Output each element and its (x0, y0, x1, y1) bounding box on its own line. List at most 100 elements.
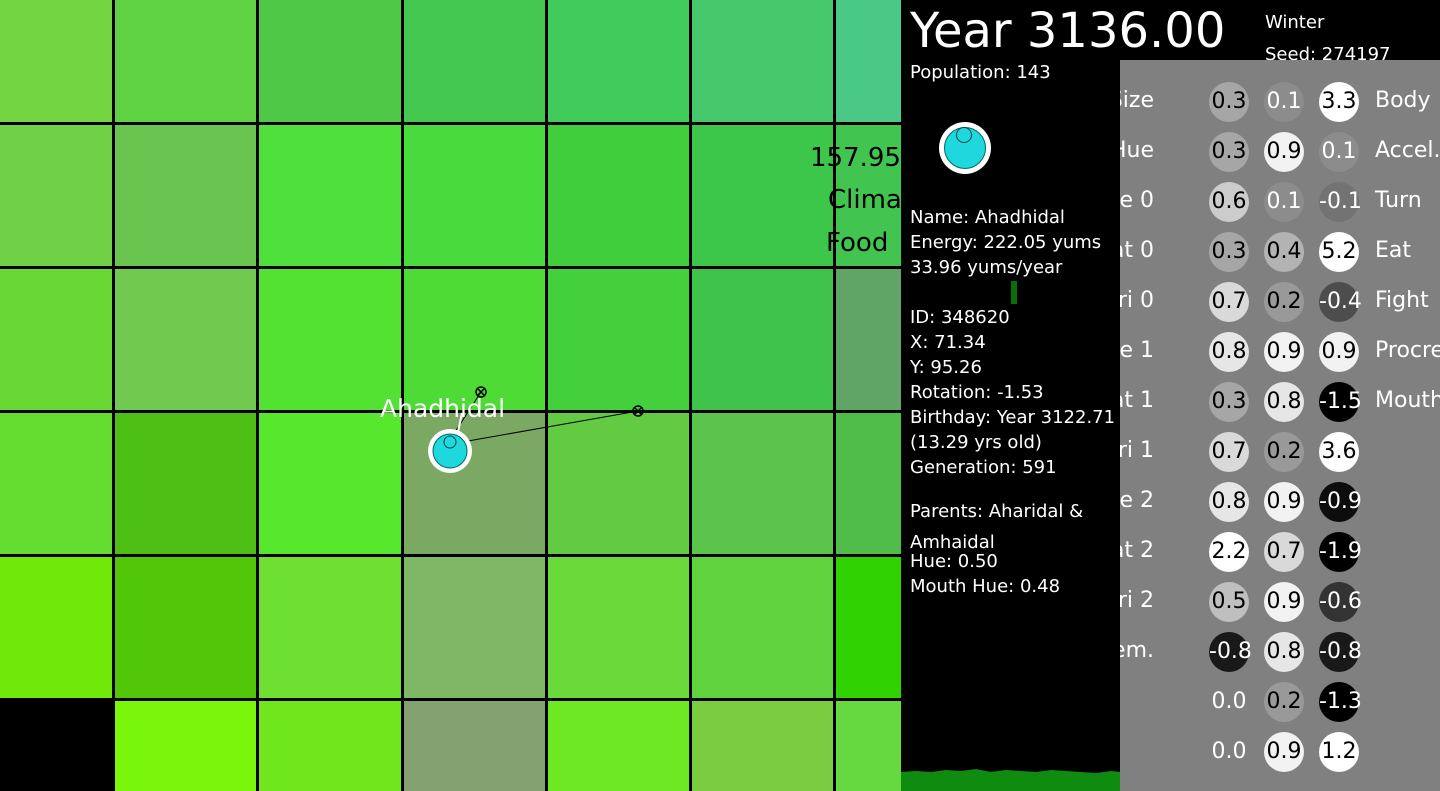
brain-node: 2.2 (1209, 532, 1249, 572)
generation-stat: Generation: 591 (910, 457, 1057, 478)
birthday-stat: Birthday: Year 3122.71 (910, 407, 1116, 428)
brain-node-value: 0.3 (1211, 239, 1247, 264)
brain-node-value: -1.5 (1319, 389, 1362, 414)
brain-output-label: Body (1375, 88, 1431, 113)
creature-portrait (939, 122, 991, 174)
energy-stat: Energy: 222.05 yums (910, 232, 1102, 253)
age-stat: (13.29 yrs old) (910, 432, 1042, 453)
energy-rate-stat: 33.96 yums/year (910, 257, 1063, 278)
brain-node: -0.6 (1319, 582, 1362, 622)
brain-node-value: -0.6 (1319, 589, 1362, 614)
brain-node: 0.0 (1209, 682, 1249, 722)
hue-stat: Hue: 0.50 (910, 551, 998, 572)
brain-input-label: Sat 1 (1120, 388, 1154, 413)
brain-output-label: Fight (1375, 288, 1429, 313)
brain-node: 3.6 (1319, 432, 1359, 472)
brain-input-label: Bri 1 (1120, 438, 1154, 463)
brain-node: 0.1 (1319, 132, 1359, 172)
brain-node: 1.2 (1319, 732, 1359, 772)
brain-node-value: 0.7 (1266, 539, 1302, 564)
portrait-mouth (956, 127, 972, 143)
brain-output-label: Eat (1375, 238, 1412, 263)
brain-panel: Size Body 0.3 0.1 3.3 M Hue Accel. 0.3 0.9 0.1 Hue… (1120, 60, 1440, 791)
brain-node: 5.2 (1319, 232, 1359, 272)
brain-node-value: -0.8 (1209, 639, 1252, 664)
brain-node: 0.5 (1209, 582, 1249, 622)
brain-output-label: Accel. (1375, 138, 1440, 163)
brain-node-value: 0.7 (1211, 439, 1247, 464)
brain-node: -0.8 (1209, 632, 1252, 672)
brain-node: 0.2 (1264, 682, 1304, 722)
x-stat: X: 71.34 (910, 332, 986, 353)
brain-node-value: -0.8 (1319, 639, 1362, 664)
world-view[interactable]: 157.95 Clima Food Ahadhidal (0, 0, 901, 791)
brain-node-value: 0.2 (1266, 439, 1302, 464)
brain-node-value: 0.6 (1211, 189, 1247, 214)
y-stat: Y: 95.26 (910, 357, 982, 378)
brain-node-value: 0.2 (1266, 289, 1302, 314)
brain-input-label: Hue 0 (1120, 188, 1154, 213)
mouth-hue-stat: Mouth Hue: 0.48 (910, 576, 1061, 597)
brain-node-value: 3.6 (1321, 439, 1357, 464)
brain-node-value: 0.7 (1211, 289, 1247, 314)
brain-node: 3.3 (1319, 82, 1359, 122)
brain-node: -0.9 (1319, 482, 1362, 522)
brain-node: 0.1 (1264, 82, 1304, 122)
brain-input-label: Mem. (1120, 638, 1154, 663)
brain-node-value: 0.1 (1266, 189, 1302, 214)
brain-node: 0.9 (1264, 332, 1304, 372)
population-graph-area (901, 769, 1120, 791)
brain-node: 0.7 (1209, 432, 1249, 472)
brain-node: -0.8 (1319, 632, 1362, 672)
brain-node-value: 0.0 (1211, 739, 1247, 764)
brain-node-value: -0.9 (1319, 489, 1362, 514)
season-label: Winter (1265, 12, 1325, 33)
brain-input-label: Size (1120, 88, 1154, 113)
brain-node-value: 0.9 (1266, 589, 1302, 614)
brain-node: 0.3 (1209, 82, 1249, 122)
brain-node-value: 0.5 (1211, 589, 1247, 614)
brain-input-label: Sat 2 (1120, 538, 1154, 563)
brain-node: -1.5 (1319, 382, 1362, 422)
brain-node: 0.1 (1264, 182, 1304, 222)
parents-line-1: Parents: Aharidal & (910, 501, 1084, 522)
brain-node: -0.1 (1319, 182, 1362, 222)
brain-node-value: 3.3 (1321, 89, 1357, 114)
brain-node-value: 5.2 (1321, 239, 1357, 264)
brain-node-value: 0.9 (1266, 139, 1302, 164)
brain-node-value: 0.4 (1266, 239, 1302, 264)
brain-node-value: 0.9 (1321, 339, 1357, 364)
brain-node-value: 0.9 (1266, 739, 1302, 764)
brain-node-value: 0.3 (1211, 139, 1247, 164)
brain-node-value: 1.2 (1321, 739, 1357, 764)
brain-input-label: Hue 2 (1120, 488, 1154, 513)
brain-node: 0.8 (1264, 632, 1304, 672)
brain-node: 0.3 (1209, 232, 1249, 272)
brain-node: -1.3 (1319, 682, 1362, 722)
creature-name-label: Ahadhidal (380, 394, 506, 423)
brain-node: 0.0 (1209, 732, 1249, 772)
brain-node-value: 0.9 (1266, 489, 1302, 514)
brain-input-label: Bri 0 (1120, 288, 1154, 313)
year-display: Year 3136.00 (910, 3, 1226, 59)
brain-node: 0.3 (1209, 382, 1249, 422)
parents-line-2: Amhaidal (910, 532, 995, 553)
brain-node: 0.2 (1264, 432, 1304, 472)
rotation-stat: Rotation: -1.53 (910, 382, 1044, 403)
brain-node: 0.2 (1264, 282, 1304, 322)
id-stat: ID: 348620 (910, 307, 1010, 328)
brain-node-value: 0.8 (1211, 489, 1247, 514)
brain-node: 0.9 (1264, 732, 1304, 772)
brain-node: 0.6 (1209, 182, 1249, 222)
brain-node-value: -0.1 (1319, 189, 1362, 214)
brain-node-value: 0.3 (1211, 89, 1247, 114)
brain-node: 0.4 (1264, 232, 1304, 272)
brain-node: 0.8 (1209, 332, 1249, 372)
brain-node: 0.9 (1264, 132, 1304, 172)
brain-output-label: Turn (1375, 188, 1422, 213)
brain-node-value: 0.0 (1211, 689, 1247, 714)
brain-node-value: 0.8 (1211, 339, 1247, 364)
brain-node-value: 0.8 (1266, 389, 1302, 414)
brain-node: -1.9 (1319, 532, 1362, 572)
brain-node-value: 0.3 (1211, 389, 1247, 414)
